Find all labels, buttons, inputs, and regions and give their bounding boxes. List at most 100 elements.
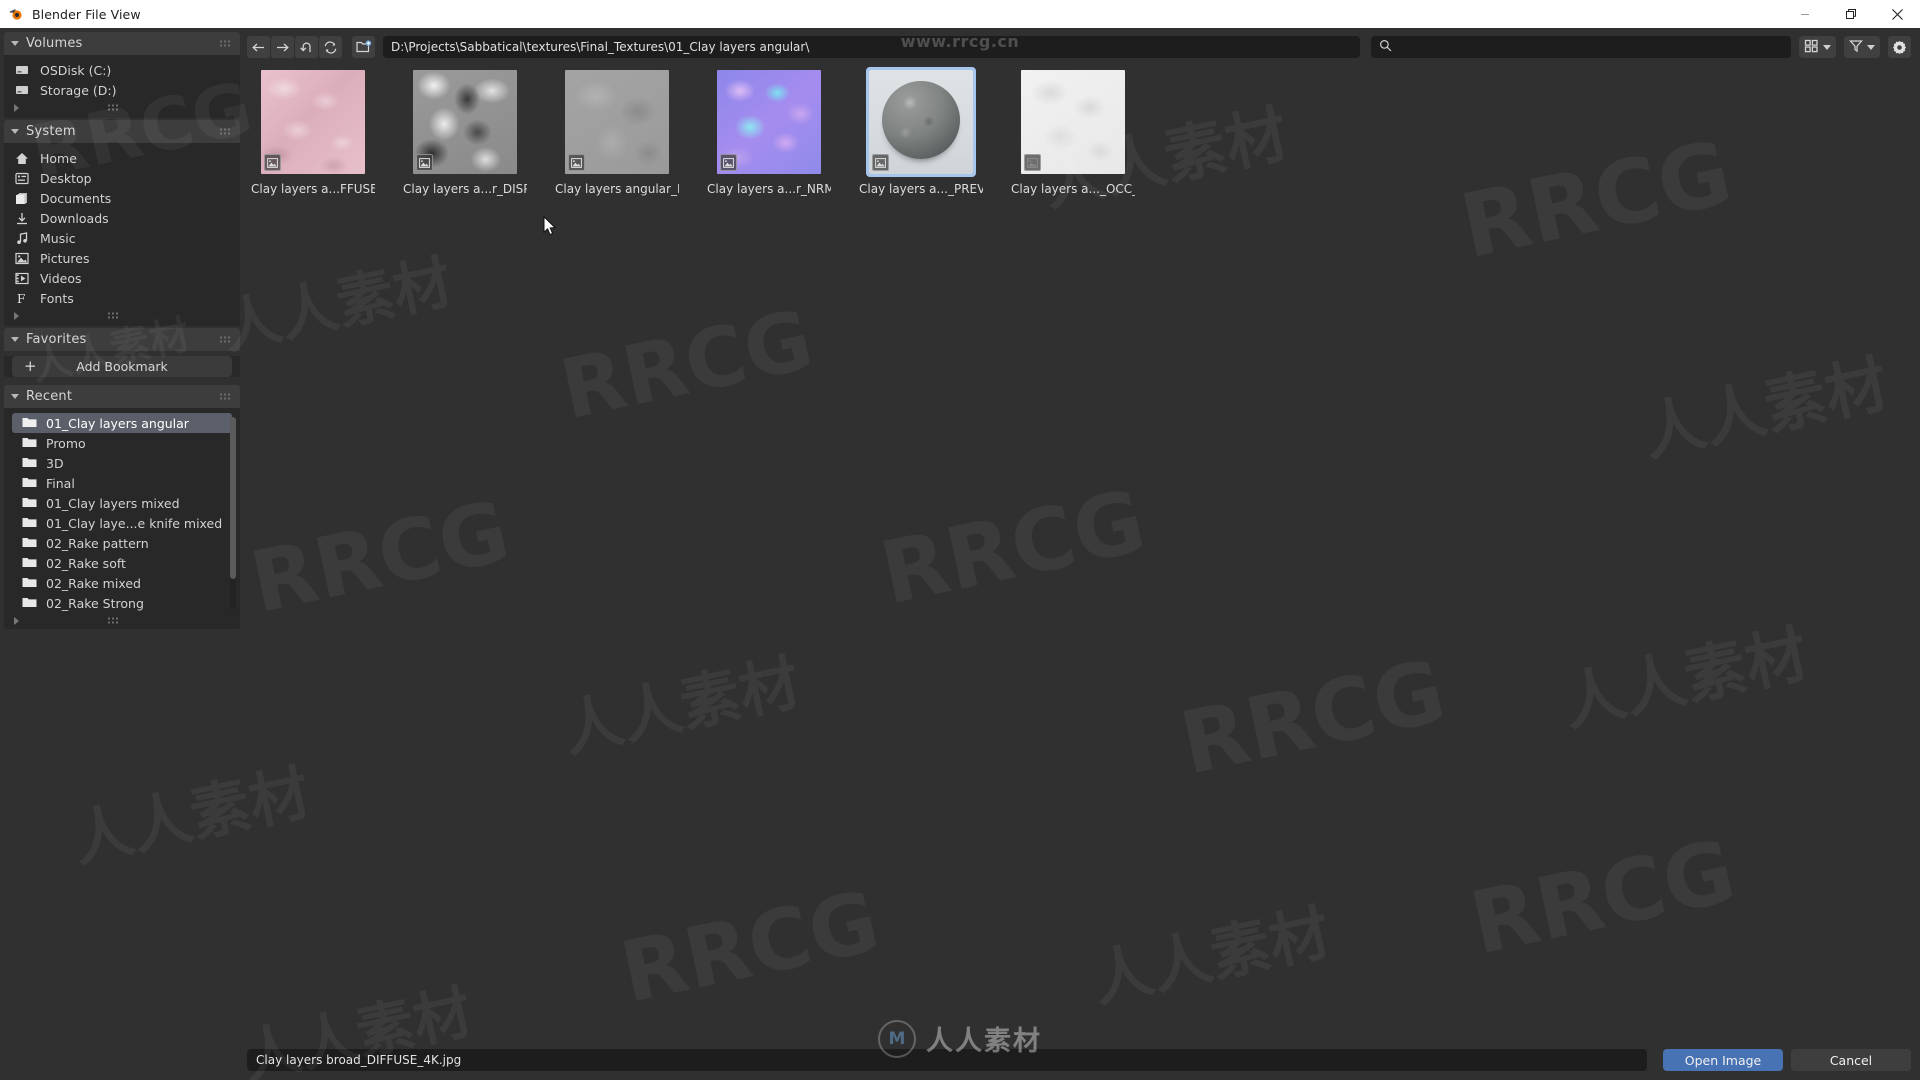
panel-title: Recent <box>26 389 73 404</box>
window-controls <box>1782 0 1920 28</box>
file-label: Clay layers a..._PREVIEW.jpg <box>859 182 983 196</box>
cancel-label: Cancel <box>1829 1052 1873 1068</box>
sidebar-item-downloads[interactable]: Downloads <box>4 208 240 228</box>
sidebar-item-pictures[interactable]: Pictures <box>4 248 240 268</box>
panel-body-recent: 01_Clay layers angular Promo 3D Final 01… <box>4 408 268 629</box>
panel-header-recent[interactable]: Recent <box>4 385 240 408</box>
parent-directory-button[interactable] <box>295 36 318 58</box>
image-file-icon <box>416 154 433 171</box>
recent-item-9[interactable]: 02_Rake Strong <box>12 593 232 613</box>
cancel-button[interactable]: Cancel <box>1791 1049 1911 1071</box>
file-thumbnail <box>866 67 976 177</box>
sidebar-item-fonts[interactable]: F Fonts <box>4 288 240 308</box>
file-tile-4[interactable]: Clay layers a..._PREVIEW.jpg <box>859 67 983 196</box>
collapse-triangle-icon <box>11 41 19 46</box>
sidebar-item-videos[interactable]: Videos <box>4 268 240 288</box>
file-thumbnail <box>413 70 517 174</box>
panel-resize-footer[interactable] <box>4 308 240 324</box>
sidebar-item-storage[interactable]: Storage (D:) <box>4 80 240 100</box>
recent-item-4[interactable]: 01_Clay layers mixed <box>12 493 232 513</box>
sidebar-item-documents[interactable]: Documents <box>4 188 240 208</box>
window-titlebar: Blender File View <box>0 0 1920 28</box>
file-label: Clay layers a...r_DISP_4K.ex <box>403 182 527 196</box>
sidebar-item-osdisk[interactable]: OSDisk (C:) <box>4 60 240 80</box>
sidebar-item-label: Music <box>40 230 76 246</box>
recent-scrollbar-thumb[interactable] <box>230 417 236 579</box>
back-button[interactable] <box>247 36 270 58</box>
settings-button[interactable] <box>1888 36 1911 58</box>
new-folder-button[interactable] <box>352 36 375 58</box>
display-mode-dropdown[interactable] <box>1799 36 1836 58</box>
recent-item-0[interactable]: 01_Clay layers angular <box>12 413 232 433</box>
filter-dropdown[interactable] <box>1844 36 1880 58</box>
recent-item-5[interactable]: 01_Clay laye...e knife mixed <box>12 513 232 533</box>
panel-title: Volumes <box>26 36 83 51</box>
panel-volumes: Volumes OSDisk (C:) Storage (D:) <box>4 32 240 118</box>
recent-item-7[interactable]: 02_Rake soft <box>12 553 232 573</box>
panel-body-volumes: OSDisk (C:) Storage (D:) <box>4 55 240 118</box>
panel-header-volumes[interactable]: Volumes <box>4 32 240 55</box>
documents-icon <box>14 190 30 206</box>
file-thumbnail-wrap <box>413 70 517 174</box>
search-input[interactable] <box>1371 36 1791 58</box>
home-icon <box>14 150 30 166</box>
download-icon <box>14 210 30 226</box>
file-tile-2[interactable]: Clay layers angular_DISP_... <box>555 70 679 196</box>
sidebar-item-label: Desktop <box>40 170 92 186</box>
clay-sphere-preview <box>882 81 960 159</box>
folder-icon <box>22 496 37 511</box>
file-tile-5[interactable]: Clay layers a..._OCC_4K.jpg <box>1011 70 1135 196</box>
file-grid[interactable]: Clay layers a...FFUSE_4K.jpg Clay layers… <box>243 62 1916 1044</box>
collapse-triangle-icon <box>11 337 19 342</box>
restore-icon[interactable] <box>1828 0 1874 28</box>
recent-item-label: Promo <box>46 435 86 451</box>
sidebar-item-desktop[interactable]: Desktop <box>4 168 240 188</box>
path-input[interactable]: D:\Projects\Sabbatical\textures\Final_Te… <box>383 36 1360 58</box>
filename-input[interactable]: Clay layers broad_DIFFUSE_4K.jpg <box>247 1049 1647 1071</box>
grip-dots-icon <box>108 104 120 112</box>
recent-item-2[interactable]: 3D <box>12 453 232 473</box>
desktop-icon <box>14 170 30 186</box>
file-thumbnail <box>565 70 669 174</box>
expand-triangle-icon <box>14 617 19 625</box>
file-tile-1[interactable]: Clay layers a...r_DISP_4K.ex <box>403 70 527 196</box>
open-image-button[interactable]: Open Image <box>1663 1049 1783 1071</box>
recent-item-3[interactable]: Final <box>12 473 232 493</box>
picture-icon <box>14 250 30 266</box>
filename-value: Clay layers broad_DIFFUSE_4K.jpg <box>256 1053 462 1067</box>
grip-dots-icon <box>220 40 232 47</box>
open-image-label: Open Image <box>1684 1052 1762 1068</box>
image-file-icon <box>720 154 737 171</box>
panel-header-favorites[interactable]: Favorites <box>4 328 240 351</box>
expand-triangle-icon <box>14 312 19 320</box>
forward-button[interactable] <box>271 36 294 58</box>
file-thumbnail <box>1021 70 1125 174</box>
panel-resize-footer[interactable] <box>4 100 240 116</box>
recent-item-8[interactable]: 02_Rake mixed <box>12 573 232 593</box>
grid-view-icon <box>1804 38 1819 57</box>
file-label: Clay layers a...r_NRM_4K.jp <box>707 182 831 196</box>
recent-item-1[interactable]: Promo <box>12 433 232 453</box>
add-bookmark-button[interactable]: + Add Bookmark <box>12 356 232 377</box>
recent-list: 01_Clay layers angular Promo 3D Final 01… <box>4 413 240 613</box>
sidebar-item-home[interactable]: Home <box>4 148 240 168</box>
recent-item-6[interactable]: 02_Rake pattern <box>12 533 232 553</box>
folder-icon <box>22 596 37 611</box>
sidebar-item-music[interactable]: Music <box>4 228 240 248</box>
plus-icon: + <box>24 357 37 375</box>
file-tile-0[interactable]: Clay layers a...FFUSE_4K.jpg <box>251 70 375 196</box>
dialog-footer: Clay layers broad_DIFFUSE_4K.jpg Open Im… <box>243 1044 1916 1076</box>
file-thumbnail-wrap <box>717 70 821 174</box>
file-tile-3[interactable]: Clay layers a...r_NRM_4K.jp <box>707 70 831 196</box>
search-icon <box>1379 39 1392 55</box>
panel-header-system[interactable]: System <box>4 120 240 143</box>
recent-item-label: 01_Clay laye...e knife mixed <box>46 515 223 531</box>
close-icon[interactable] <box>1874 0 1920 28</box>
panel-resize-footer[interactable] <box>4 613 240 629</box>
recent-item-label: 02_Rake mixed <box>46 575 141 591</box>
sidebar-item-label: Documents <box>40 190 112 206</box>
chevron-down-icon <box>1867 44 1875 50</box>
minimize-icon[interactable] <box>1782 0 1828 28</box>
sidebar-item-label: Videos <box>40 270 82 286</box>
refresh-button[interactable] <box>319 36 342 58</box>
